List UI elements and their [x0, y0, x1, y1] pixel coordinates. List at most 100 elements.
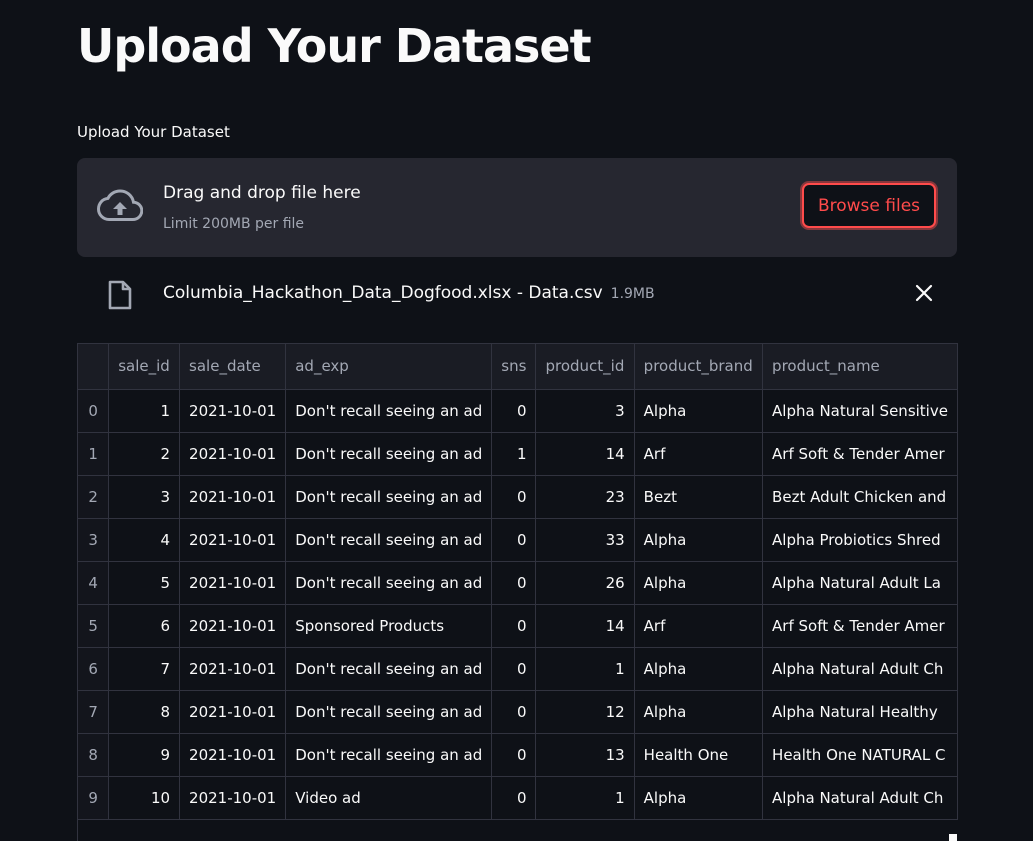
table-cell-product-name[interactable]: Alpha Natural Adult Ch: [762, 647, 958, 691]
table-cell-sale-id[interactable]: 1: [108, 389, 181, 433]
table-row[interactable]: 6 7 2021-10-01 Don't recall seeing an ad 0 1 A…: [78, 647, 958, 691]
table-cell-product-name[interactable]: Arf Soft & Tender Amer: [762, 432, 958, 476]
file-dropzone[interactable]: Drag and drop file here Limit 200MB per …: [77, 158, 957, 257]
table-row[interactable]: 2 3 2021-10-01 Don't recall seeing an ad 0 23…: [78, 475, 958, 519]
table-cell-product-brand[interactable]: Bezt: [634, 475, 764, 519]
table-cell-ad-exp[interactable]: Don't recall seeing an ad: [285, 561, 493, 605]
table-cell-product-brand[interactable]: Alpha: [634, 690, 764, 734]
table-cell-product-id[interactable]: 1: [535, 776, 635, 820]
table-cell-product-brand[interactable]: Alpha: [634, 776, 764, 820]
table-cell-product-id[interactable]: 26: [535, 561, 635, 605]
table-cell-sns[interactable]: 0: [491, 690, 537, 734]
table-cell-product-id[interactable]: 33: [535, 518, 635, 562]
column-header-index[interactable]: [78, 344, 110, 390]
row-index-cell[interactable]: 4: [78, 561, 110, 605]
row-index-cell[interactable]: 0: [78, 389, 110, 433]
table-row[interactable]: 5 6 2021-10-01 Sponsored Products 0 14 Arf Arf …: [78, 604, 958, 648]
table-cell-sale-id[interactable]: 7: [108, 647, 181, 691]
table-cell-product-name[interactable]: Health One NATURAL C: [762, 733, 958, 777]
table-cell-sns[interactable]: 0: [491, 776, 537, 820]
table-cell-sale-date[interactable]: 2021-10-01: [179, 475, 287, 519]
table-cell-product-id[interactable]: 23: [535, 475, 635, 519]
row-index-cell[interactable]: 3: [78, 518, 110, 562]
table-cell-sns[interactable]: 0: [491, 647, 537, 691]
table-cell-product-brand[interactable]: Arf: [634, 432, 764, 476]
table-cell-ad-exp[interactable]: Don't recall seeing an ad: [285, 690, 493, 734]
table-cell-ad-exp[interactable]: Don't recall seeing an ad: [285, 518, 493, 562]
table-cell-sale-date[interactable]: 2021-10-01: [179, 690, 287, 734]
table-row[interactable]: 8 9 2021-10-01 Don't recall seeing an ad 0 13…: [78, 733, 958, 777]
table-cell-product-id[interactable]: 13: [535, 733, 635, 777]
table-cell-product-name[interactable]: Alpha Natural Adult La: [762, 561, 958, 605]
table-cell-sns[interactable]: 1: [491, 432, 537, 476]
table-cell-product-brand[interactable]: Alpha: [634, 647, 764, 691]
table-cell-ad-exp[interactable]: Don't recall seeing an ad: [285, 475, 493, 519]
table-cell-ad-exp[interactable]: Don't recall seeing an ad: [285, 389, 493, 433]
column-header-ad-exp[interactable]: ad_exp: [285, 344, 493, 390]
table-cell-sns[interactable]: 0: [491, 733, 537, 777]
table-cell-sale-id[interactable]: 2: [108, 432, 181, 476]
table-row[interactable]: 4 5 2021-10-01 Don't recall seeing an ad 0 26…: [78, 561, 958, 605]
table-cell-ad-exp[interactable]: Don't recall seeing an ad: [285, 432, 493, 476]
close-icon[interactable]: [913, 282, 935, 304]
table-cell-product-id[interactable]: 12: [535, 690, 635, 734]
column-header-product-id[interactable]: product_id: [535, 344, 635, 390]
table-cell-product-brand[interactable]: Health One: [634, 733, 764, 777]
row-index-cell[interactable]: 7: [78, 690, 110, 734]
table-row[interactable]: 1 2 2021-10-01 Don't recall seeing an ad 1 14…: [78, 432, 958, 476]
table-cell-product-name[interactable]: Alpha Probiotics Shred: [762, 518, 958, 562]
table-cell-sale-id[interactable]: 3: [108, 475, 181, 519]
table-cell-ad-exp[interactable]: Sponsored Products: [285, 604, 493, 648]
table-row[interactable]: 9 10 2021-10-01 Video ad 0 1 Alpha Alpha Natura…: [78, 776, 958, 820]
table-cell-product-id[interactable]: 14: [535, 604, 635, 648]
row-index-cell[interactable]: 5: [78, 604, 110, 648]
row-index-cell[interactable]: 8: [78, 733, 110, 777]
column-header-product-brand[interactable]: product_brand: [634, 344, 764, 390]
table-cell-product-brand[interactable]: Alpha: [634, 518, 764, 562]
table-cell-product-brand[interactable]: Alpha: [634, 561, 764, 605]
table-row[interactable]: 7 8 2021-10-01 Don't recall seeing an ad 0 12…: [78, 690, 958, 734]
dataframe-table[interactable]: sale_id sale_date ad_exp sns product_id produ…: [77, 343, 958, 841]
table-cell-sale-id[interactable]: 8: [108, 690, 181, 734]
table-cell-sale-date[interactable]: 2021-10-01: [179, 647, 287, 691]
table-row[interactable]: 3 4 2021-10-01 Don't recall seeing an ad 0 33…: [78, 518, 958, 562]
row-index-cell[interactable]: 2: [78, 475, 110, 519]
table-cell-sale-id[interactable]: 6: [108, 604, 181, 648]
table-cell-sns[interactable]: 0: [491, 561, 537, 605]
row-index-cell[interactable]: 1: [78, 432, 110, 476]
table-cell-product-id[interactable]: 1: [535, 647, 635, 691]
table-cell-sale-date[interactable]: 2021-10-01: [179, 432, 287, 476]
row-index-cell[interactable]: 6: [78, 647, 110, 691]
column-header-sale-date[interactable]: sale_date: [179, 344, 287, 390]
row-index-cell[interactable]: 9: [78, 776, 110, 820]
table-cell-ad-exp[interactable]: Don't recall seeing an ad: [285, 733, 493, 777]
table-cell-sns[interactable]: 0: [491, 518, 537, 562]
table-cell-sale-id[interactable]: 5: [108, 561, 181, 605]
table-cell-product-id[interactable]: 14: [535, 432, 635, 476]
table-cell-sale-date[interactable]: 2021-10-01: [179, 604, 287, 648]
table-cell-product-name[interactable]: Alpha Natural Adult Ch: [762, 776, 958, 820]
column-header-sale-id[interactable]: sale_id: [108, 344, 181, 390]
table-cell-sale-id[interactable]: 9: [108, 733, 181, 777]
table-cell-sns[interactable]: 0: [491, 389, 537, 433]
table-cell-sale-date[interactable]: 2021-10-01: [179, 561, 287, 605]
browse-files-button[interactable]: Browse files: [802, 183, 936, 228]
table-cell-product-name[interactable]: Alpha Natural Healthy: [762, 690, 958, 734]
table-row[interactable]: 0 1 2021-10-01 Don't recall seeing an ad 0 3 A…: [78, 389, 958, 433]
scrollbar-handle[interactable]: [949, 834, 957, 841]
table-cell-product-id[interactable]: 3: [535, 389, 635, 433]
table-cell-sns[interactable]: 0: [491, 604, 537, 648]
table-cell-sale-date[interactable]: 2021-10-01: [179, 776, 287, 820]
table-cell-ad-exp[interactable]: Don't recall seeing an ad: [285, 647, 493, 691]
table-cell-product-brand[interactable]: Arf: [634, 604, 764, 648]
table-cell-ad-exp[interactable]: Video ad: [285, 776, 493, 820]
table-cell-product-brand[interactable]: Alpha: [634, 389, 764, 433]
table-cell-sale-id[interactable]: 10: [108, 776, 181, 820]
table-cell-sale-date[interactable]: 2021-10-01: [179, 733, 287, 777]
table-cell-sale-date[interactable]: 2021-10-01: [179, 518, 287, 562]
table-cell-product-name[interactable]: Bezt Adult Chicken and: [762, 475, 958, 519]
table-cell-product-name[interactable]: Arf Soft & Tender Amer: [762, 604, 958, 648]
table-cell-sale-date[interactable]: 2021-10-01: [179, 389, 287, 433]
column-header-sns[interactable]: sns: [491, 344, 537, 390]
table-cell-sns[interactable]: 0: [491, 475, 537, 519]
